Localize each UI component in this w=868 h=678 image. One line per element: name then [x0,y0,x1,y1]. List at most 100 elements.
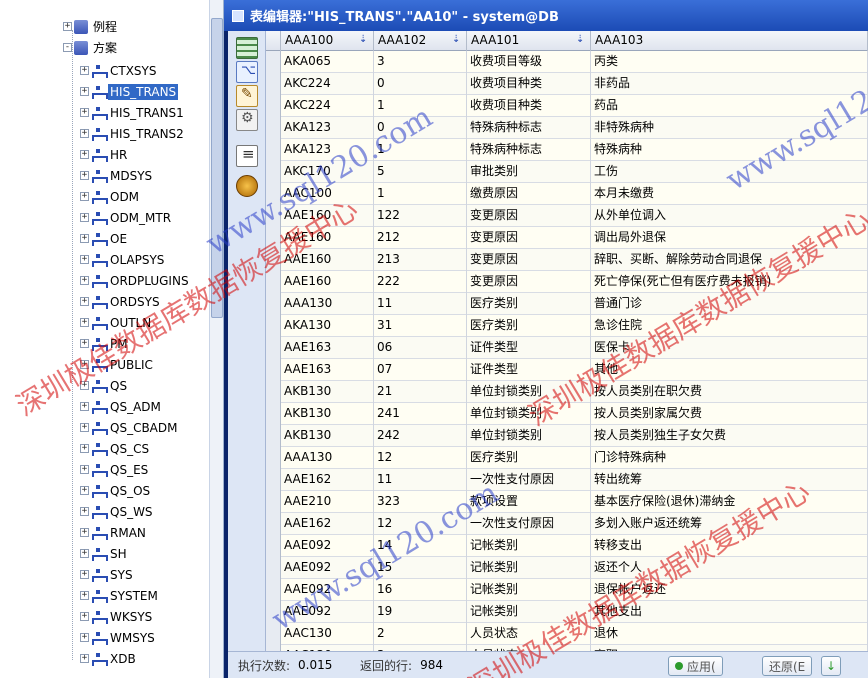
table-row[interactable]: AKC224 0 收费项目种类 非药品 [281,73,868,95]
collapse-icon[interactable]: - [63,43,72,52]
tree-node-schemas[interactable]: - 方案 [63,38,119,57]
expand-icon[interactable]: + [80,465,89,474]
table-cell[interactable]: 变更原因 [467,271,591,293]
table-cell[interactable]: AKC170 [281,161,374,183]
table-cell[interactable]: 多划入账户返还统筹 [591,513,868,535]
tree-scrollbar-thumb[interactable] [211,18,223,318]
tree-node-schema[interactable]: + QS_ADM [80,397,163,416]
tree-node-schema[interactable]: + CTXSYS [80,61,159,80]
tree-node-schema[interactable]: + ODM_MTR [80,208,173,227]
window-titlebar[interactable]: 表编辑器:"HIS_TRANS"."AA10" - system@DB [224,0,868,31]
table-cell[interactable]: 16 [374,579,467,601]
table-cell[interactable]: 122 [374,205,467,227]
table-cell[interactable]: 医疗类别 [467,315,591,337]
tree-node-schema[interactable]: + QS_ES [80,460,150,479]
table-cell[interactable]: AKB130 [281,381,374,403]
tree-node-routines[interactable]: + 例程 [63,17,119,36]
table-row[interactable]: AKA065 3 收费项目等级 丙类 [281,51,868,73]
table-cell[interactable]: 一次性支付原因 [467,513,591,535]
table-cell[interactable]: AAE163 [281,359,374,381]
tree-node-schema[interactable]: + PM [80,334,130,353]
table-cell[interactable]: 收费项目种类 [467,73,591,95]
table-cell[interactable]: AKB130 [281,425,374,447]
tree-node-schema[interactable]: + SH [80,544,129,563]
tree-node-schema[interactable]: + XDB [80,649,138,668]
tree-node-schema[interactable]: + HR [80,145,129,164]
table-cell[interactable]: AAE162 [281,513,374,535]
expand-icon[interactable]: + [80,423,89,432]
table-cell[interactable]: 单位封锁类别 [467,403,591,425]
expand-icon[interactable]: + [80,549,89,558]
table-row[interactable]: AAE163 06 证件类型 医保卡 [281,337,868,359]
column-header-aaa100[interactable]: AAA100 ⇣ [281,31,374,51]
table-cell[interactable]: 06 [374,337,467,359]
table-cell[interactable]: 07 [374,359,467,381]
table-cell[interactable]: 212 [374,227,467,249]
table-row[interactable]: AKB130 242 单位封锁类别 按人员类别独生子女欠费 [281,425,868,447]
table-row[interactable]: AAE210 323 款项设置 基本医疗保险(退休)滞纳金 [281,491,868,513]
table-cell[interactable]: 基本医疗保险(退休)滞纳金 [591,491,868,513]
expand-icon[interactable]: + [80,360,89,369]
expand-icon[interactable]: + [80,402,89,411]
table-cell[interactable]: 242 [374,425,467,447]
table-cell[interactable]: 按人员类别独生子女欠费 [591,425,868,447]
table-cell[interactable]: AAE092 [281,535,374,557]
table-cell[interactable]: 辞职、买断、解除劳动合同退保 [591,249,868,271]
tree-node-schema[interactable]: + HIS_TRANS [80,82,179,101]
expand-icon[interactable]: + [80,444,89,453]
sort-icon[interactable]: ⇣ [359,34,367,46]
table-row[interactable]: AKB130 21 单位封锁类别 按人员类别在职欠费 [281,381,868,403]
table-cell[interactable]: 证件类型 [467,359,591,381]
table-cell[interactable]: 变更原因 [467,249,591,271]
table-row[interactable]: AAE092 16 记帐类别 退保帐户返还 [281,579,868,601]
table-cell[interactable]: 丙类 [591,51,868,73]
table-cell[interactable]: 0 [374,73,467,95]
table-cell[interactable]: AKA123 [281,117,374,139]
table-row[interactable]: AAE160 222 变更原因 死亡停保(死亡但有医疗费未报销) [281,271,868,293]
table-row[interactable]: AAA130 11 医疗类别 普通门诊 [281,293,868,315]
expand-icon[interactable]: + [80,654,89,663]
table-row[interactable]: AKA123 0 特殊病种标志 非特殊病种 [281,117,868,139]
table-cell[interactable]: 单位封锁类别 [467,425,591,447]
table-cell[interactable]: 213 [374,249,467,271]
tree-node-schema[interactable]: + QS_OS [80,481,152,500]
apply-button[interactable]: 应用( [668,656,723,676]
expand-icon[interactable]: + [80,612,89,621]
tree-node-schema[interactable]: + WMSYS [80,628,157,647]
tree-node-schema[interactable]: + ORDPLUGINS [80,271,191,290]
expand-icon[interactable]: + [80,171,89,180]
tree-node-schema[interactable]: + WKSYS [80,607,154,626]
arrow-down-icon[interactable]: ↓ [821,656,842,676]
table-cell[interactable]: 11 [374,469,467,491]
table-cell[interactable]: 1 [374,139,467,161]
table-cell[interactable]: 本月未缴费 [591,183,868,205]
expand-icon[interactable]: + [80,255,89,264]
sort-icon[interactable]: ⇣ [576,34,584,46]
table-cell[interactable]: 记帐类别 [467,601,591,623]
table-cell[interactable]: 款项设置 [467,491,591,513]
table-row[interactable]: AAE162 11 一次性支付原因 转出统筹 [281,469,868,491]
table-cell[interactable]: AAA130 [281,447,374,469]
tree-node-schema[interactable]: + HIS_TRANS1 [80,103,186,122]
expand-icon[interactable]: + [80,486,89,495]
settings-icon[interactable] [236,109,258,131]
table-cell[interactable]: AAE210 [281,491,374,513]
table-cell[interactable]: 缴费原因 [467,183,591,205]
expand-icon[interactable]: + [80,633,89,642]
expand-icon[interactable]: + [80,591,89,600]
expand-icon[interactable]: + [80,192,89,201]
row-selector-header[interactable] [266,31,281,51]
expand-icon[interactable]: + [80,381,89,390]
tree-node-schema[interactable]: + SYSTEM [80,586,160,605]
tree-node-schema[interactable]: + ODM [80,187,141,206]
table-row[interactable]: AAE092 19 记帐类别 其他支出 [281,601,868,623]
tree-node-schema[interactable]: + RMAN [80,523,148,542]
table-cell[interactable]: 返还个人 [591,557,868,579]
table-cell[interactable]: AKA065 [281,51,374,73]
table-cell[interactable]: 2 [374,623,467,645]
expand-icon[interactable]: + [63,22,72,31]
table-cell[interactable]: 0 [374,117,467,139]
table-cell[interactable]: AAE092 [281,557,374,579]
database-icon[interactable] [236,175,258,197]
table-row[interactable]: AKC170 5 审批类别 工伤 [281,161,868,183]
